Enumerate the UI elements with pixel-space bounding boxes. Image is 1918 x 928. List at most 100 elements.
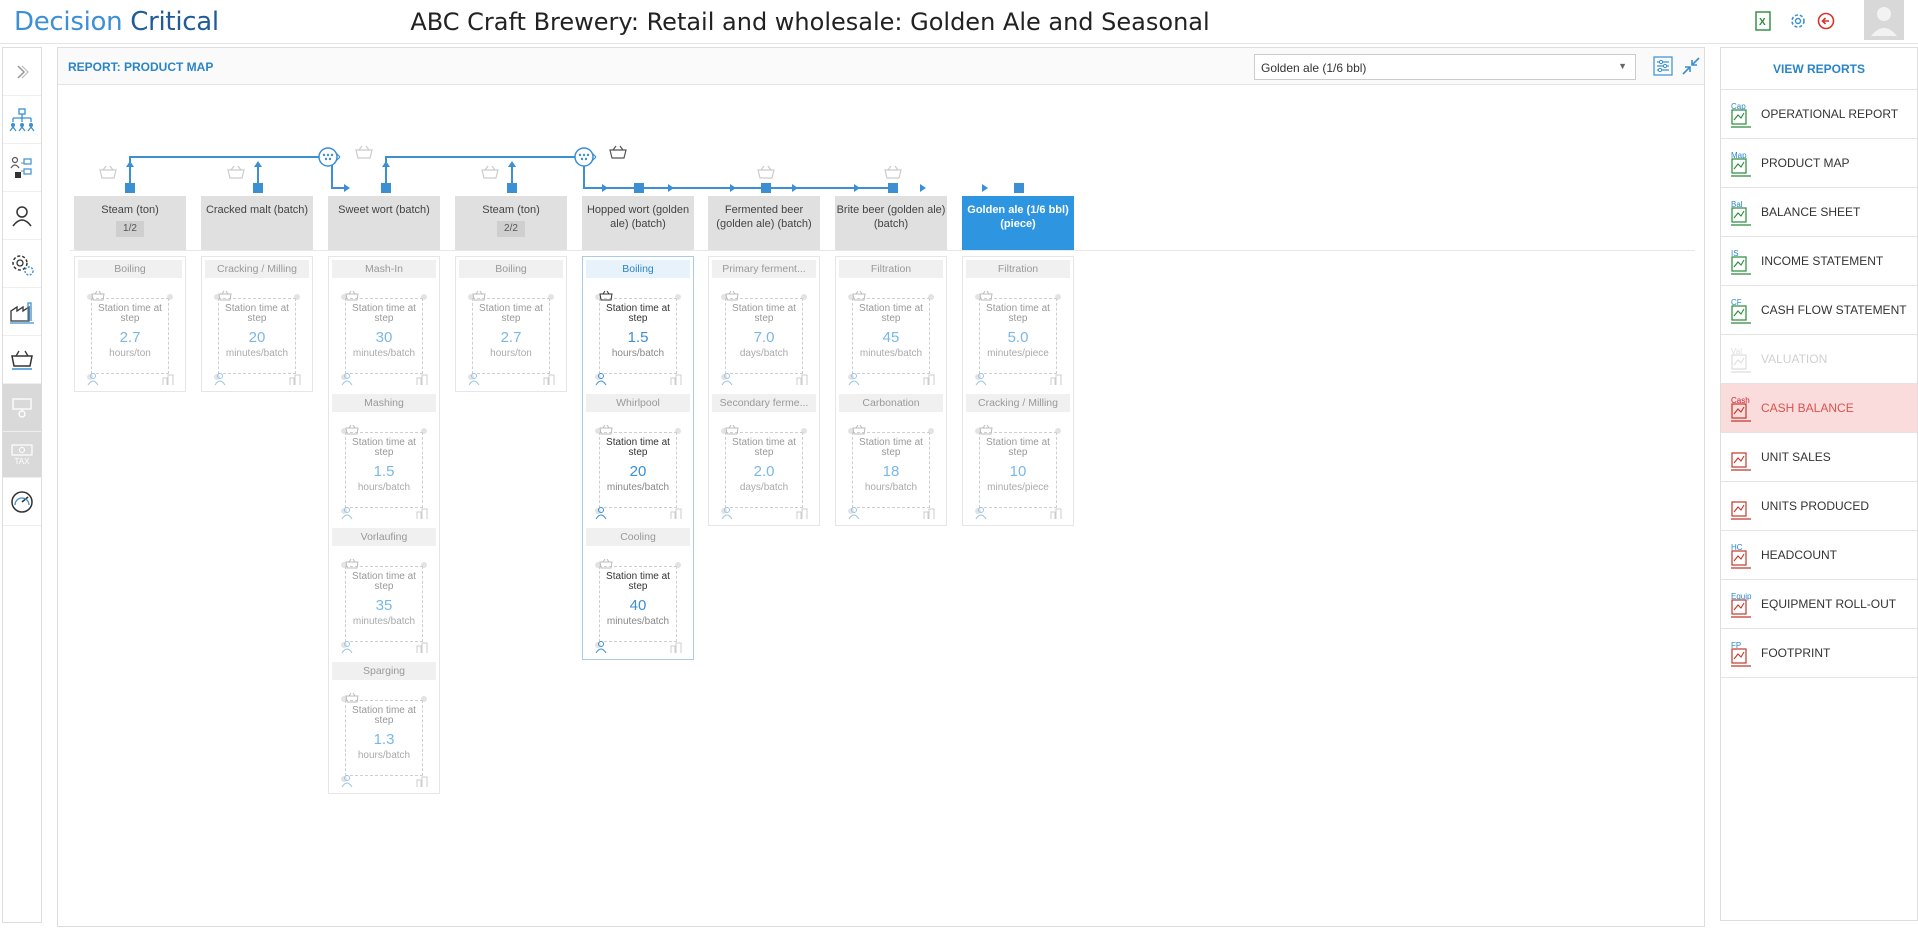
station-time-box[interactable]: Station time at step 1.5 hours/batch	[599, 298, 677, 374]
station-time-box[interactable]: Station time at step 7.0 days/batch	[725, 298, 803, 374]
chevron-down-icon: ▼	[1618, 61, 1627, 71]
report-item-valuation[interactable]: Val VALUATION	[1721, 335, 1917, 384]
view-reports-heading[interactable]: VIEW REPORTS	[1721, 48, 1917, 90]
report-item-product-map[interactable]: Map PRODUCT MAP	[1721, 139, 1917, 188]
station-time-box[interactable]: Station time at step 2.0 days/batch	[725, 432, 803, 508]
product-sweet-wort[interactable]: Sweet wort (batch)	[328, 196, 440, 250]
step-name[interactable]: Boiling	[78, 260, 182, 278]
product-steam-1[interactable]: Steam (ton) 1/2	[74, 196, 186, 250]
product-brite-beer[interactable]: Brite beer (golden ale) (batch)	[835, 196, 947, 250]
step-name[interactable]: Filtration	[839, 260, 943, 278]
station-time-box[interactable]: Station time at step 30 minutes/batch	[345, 298, 423, 374]
user-avatar-icon[interactable]	[1864, 0, 1904, 40]
station-time-value: 1.5	[373, 463, 395, 480]
product-name: Cracked malt (batch)	[205, 204, 309, 216]
step-name[interactable]: Mash-In	[332, 260, 436, 278]
product-cracked-malt[interactable]: Cracked malt (batch)	[201, 196, 313, 250]
process-step[interactable]: Whirlpool Station time at step 20 minutes/b…	[583, 394, 693, 525]
step-name[interactable]: Carbonation	[839, 394, 943, 412]
report-item-cash-balance[interactable]: Cash CASH BALANCE	[1721, 384, 1917, 433]
station-time-box[interactable]: Station time at step 2.7 hours/ton	[472, 298, 550, 374]
step-name[interactable]: Cooling	[586, 528, 690, 546]
product-steam-2[interactable]: Steam (ton) 2/2	[455, 196, 567, 250]
product-fermented-beer[interactable]: Fermented beer (golden ale) (batch)	[708, 196, 820, 250]
station-time-box[interactable]: Station time at step 20 minutes/batch	[599, 432, 677, 508]
station-time-box[interactable]: Station time at step 1.5 hours/batch	[345, 432, 423, 508]
product-select[interactable]: Golden ale (1/6 bbl) ▼	[1254, 54, 1636, 80]
excel-icon[interactable]: X	[1752, 10, 1774, 32]
station-time-box[interactable]: Station time at step 2.7 hours/ton	[91, 298, 169, 374]
report-item-cash-flow-statement[interactable]: CF CASH FLOW STATEMENT	[1721, 286, 1917, 335]
step-column: Primary ferment... Station time at step 7.…	[708, 256, 820, 526]
station-time-box[interactable]: Station time at step 5.0 minutes/piece	[979, 298, 1057, 374]
product-golden-ale[interactable]: Golden ale (1/6 bbl) (piece)	[962, 196, 1074, 250]
station-time-box[interactable]: Station time at step 35 minutes/batch	[345, 566, 423, 642]
report-item-unit-sales[interactable]: UNIT SALES	[1721, 433, 1917, 482]
expand-icon[interactable]	[3, 48, 41, 96]
process-step[interactable]: Cracking / Milling Station time at step 10…	[963, 394, 1073, 525]
tax-icon[interactable]: TAX	[3, 432, 41, 478]
report-item-equipment-roll-out[interactable]: Equip EQUIPMENT ROLL-OUT	[1721, 580, 1917, 629]
cart-icon[interactable]	[3, 336, 41, 384]
station-time-box[interactable]: Station time at step 1.3 hours/batch	[345, 700, 423, 776]
process-step[interactable]: Secondary ferme... Station time at step 2.…	[709, 394, 819, 525]
step-name[interactable]: Boiling	[459, 260, 563, 278]
process-settings-icon[interactable]	[3, 240, 41, 288]
process-step[interactable]: Vorlaufing Station time at step 35 minutes/…	[329, 528, 439, 659]
process-step[interactable]: Cracking / Milling Station time at step 20…	[202, 260, 312, 391]
equipment-icon	[162, 374, 174, 385]
process-step[interactable]: Cooling Station time at step 40 minutes/bat…	[583, 528, 693, 659]
equipment-icon	[796, 374, 808, 385]
report-item-balance-sheet[interactable]: Bal BALANCE SHEET	[1721, 188, 1917, 237]
settings-icon[interactable]	[1787, 10, 1809, 32]
org-chart-icon[interactable]	[3, 96, 41, 144]
report-item-income-statement[interactable]: IS INCOME STATEMENT	[1721, 237, 1917, 286]
station-time-unit: hours/batch	[357, 750, 411, 761]
station-time-label: Station time at step	[225, 303, 289, 324]
process-step[interactable]: Mashing Station time at step 1.5 hours/batc…	[329, 394, 439, 525]
station-time-box[interactable]: Station time at step 40 minutes/batch	[599, 566, 677, 642]
step-name[interactable]: Whirlpool	[586, 394, 690, 412]
report-item-headcount[interactable]: HC HEADCOUNT	[1721, 531, 1917, 580]
step-name[interactable]: Mashing	[332, 394, 436, 412]
step-name[interactable]: Primary ferment...	[712, 260, 816, 278]
station-time-unit: minutes/batch	[352, 348, 416, 359]
step-name[interactable]: Cracking / Milling	[966, 394, 1070, 412]
station-time-unit: minutes/batch	[606, 616, 670, 627]
report-item-footprint[interactable]: FP FOOTPRINT	[1721, 629, 1917, 678]
process-step[interactable]: Boiling Station time at step 1.5 hours/batc…	[583, 260, 693, 391]
filter-settings-icon[interactable]	[1652, 55, 1674, 77]
logout-icon[interactable]	[1815, 10, 1837, 32]
person-icon[interactable]	[3, 192, 41, 240]
step-column: Mash-In Station time at step 30 minutes/bat…	[328, 256, 440, 794]
process-step[interactable]: Carbonation Station time at step 18 hours/b…	[836, 394, 946, 525]
step-name[interactable]: Cracking / Milling	[205, 260, 309, 278]
step-name[interactable]: Boiling	[586, 260, 690, 278]
process-step[interactable]: Filtration Station time at step 5.0 minutes…	[963, 260, 1073, 391]
equipment-icon[interactable]	[3, 384, 41, 432]
process-step[interactable]: Boiling Station time at step 2.7 hours/ton	[75, 260, 185, 391]
station-time-box[interactable]: Station time at step 20 minutes/batch	[218, 298, 296, 374]
process-step[interactable]: Mash-In Station time at step 30 minutes/bat…	[329, 260, 439, 391]
process-step[interactable]: Sparging Station time at step 1.3 hours/bat…	[329, 662, 439, 793]
station-time-unit: minutes/batch	[225, 348, 289, 359]
step-name[interactable]: Filtration	[966, 260, 1070, 278]
product-hopped-wort[interactable]: Hopped wort (golden ale) (batch)	[582, 196, 694, 250]
step-name[interactable]: Sparging	[332, 662, 436, 680]
station-time-box[interactable]: Station time at step 45 minutes/batch	[852, 298, 930, 374]
step-name[interactable]: Secondary ferme...	[712, 394, 816, 412]
station-time-box[interactable]: Station time at step 10 minutes/piece	[979, 432, 1057, 508]
process-step[interactable]: Primary ferment... Station time at step 7.…	[709, 260, 819, 391]
collapse-icon[interactable]	[1680, 55, 1702, 77]
process-step[interactable]: Filtration Station time at step 45 minutes/…	[836, 260, 946, 391]
gauge-icon[interactable]	[3, 478, 41, 526]
process-step[interactable]: Boiling Station time at step 2.7 hours/ton	[456, 260, 566, 391]
step-name[interactable]: Vorlaufing	[332, 528, 436, 546]
people-network-icon[interactable]	[3, 144, 41, 192]
report-item-units-produced[interactable]: UNITS PRODUCED	[1721, 482, 1917, 531]
report-item-operational-report[interactable]: Cap OPERATIONAL REPORT	[1721, 90, 1917, 139]
station-time-box[interactable]: Station time at step 18 hours/batch	[852, 432, 930, 508]
report-icon: FP	[1729, 641, 1755, 669]
station-time-label: Station time at step	[986, 437, 1050, 458]
factory-icon[interactable]	[3, 288, 41, 336]
